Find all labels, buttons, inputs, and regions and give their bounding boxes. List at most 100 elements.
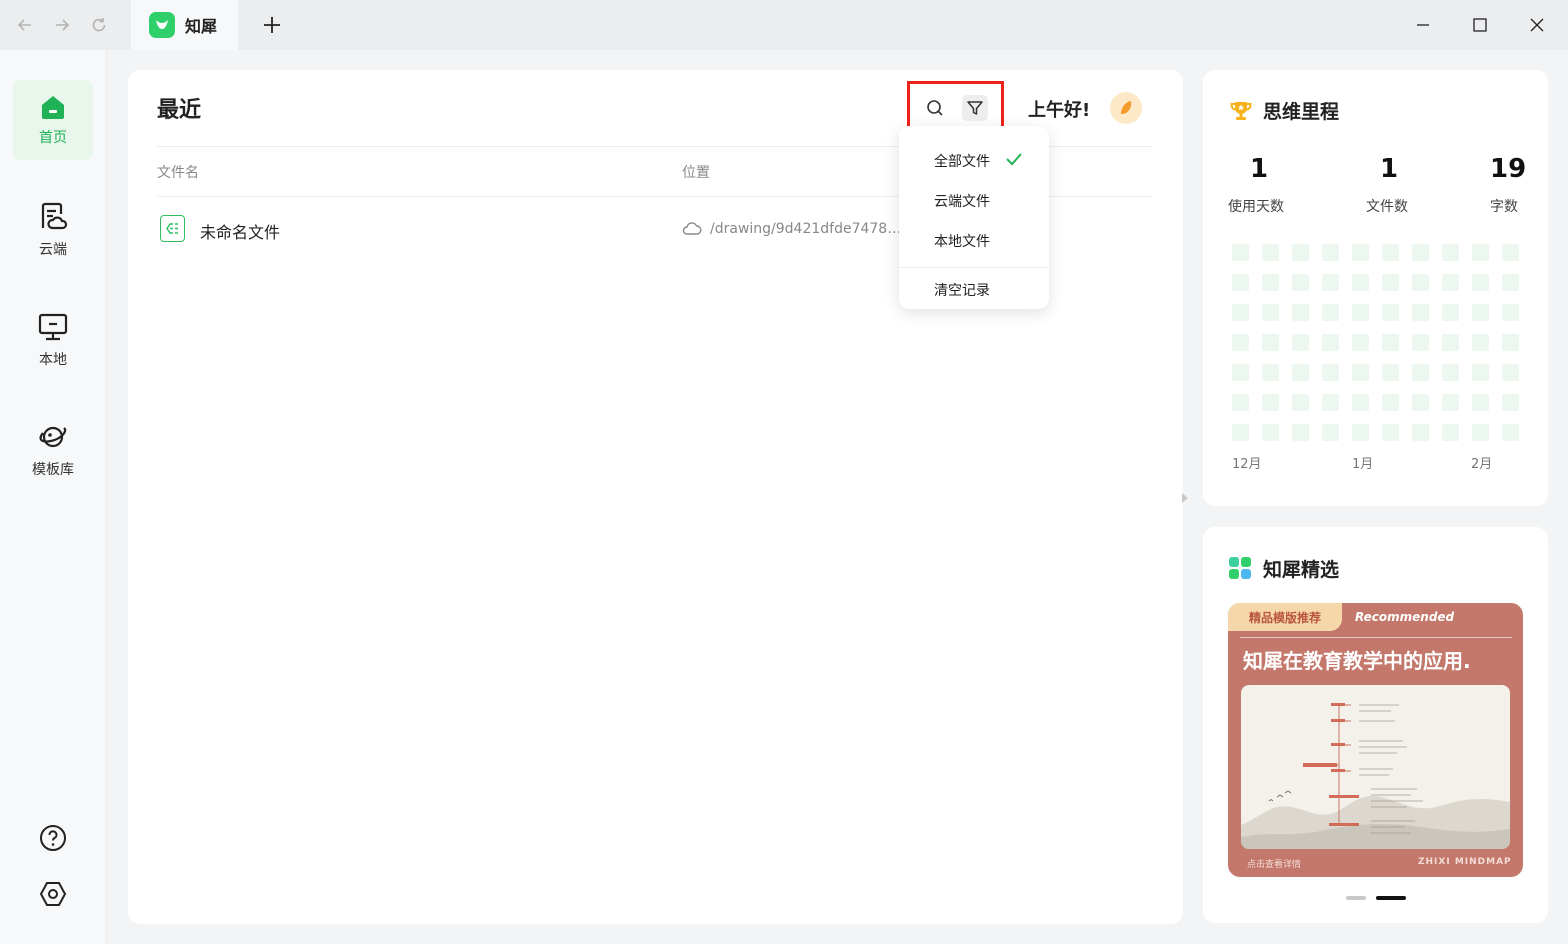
heatmap-cell bbox=[1382, 244, 1399, 261]
menu-item-cloud-files[interactable]: 云端文件 bbox=[934, 191, 990, 211]
featured-banner[interactable]: 精品模版推荐 Recommended 知犀在教育教学中的应用. 点击查看详情 Z… bbox=[1228, 603, 1523, 877]
heatmap-cell bbox=[1472, 304, 1489, 321]
heatmap-cell bbox=[1412, 304, 1429, 321]
column-header-filename: 文件名 bbox=[157, 165, 199, 181]
menu-item-local-files[interactable]: 本地文件 bbox=[934, 231, 990, 251]
mindmap-preview-image bbox=[1241, 685, 1510, 849]
heatmap-cell bbox=[1472, 244, 1489, 261]
heatmap-cell bbox=[1352, 364, 1369, 381]
sidebar-item-cloud[interactable]: 云端 bbox=[13, 190, 93, 270]
heatmap-cell bbox=[1382, 334, 1399, 351]
heatmap-cell bbox=[1502, 364, 1519, 381]
collapse-handle[interactable] bbox=[1180, 490, 1190, 506]
heatmap-cell bbox=[1502, 244, 1519, 261]
heatmap-cell bbox=[1412, 394, 1429, 411]
stat-days-value: 1 bbox=[1250, 154, 1269, 184]
menu-item-clear-history[interactable]: 清空记录 bbox=[934, 280, 990, 300]
sidebar-item-home[interactable]: 首页 bbox=[13, 80, 93, 160]
heatmap-cell bbox=[1382, 424, 1399, 441]
forward-button[interactable] bbox=[49, 12, 75, 38]
sidebar-item-templates[interactable]: 模板库 bbox=[13, 410, 93, 490]
heatmap-cell bbox=[1472, 424, 1489, 441]
heatmap-cell bbox=[1502, 334, 1519, 351]
banner-recommended: Recommended bbox=[1355, 610, 1455, 624]
sidebar-item-label: 云端 bbox=[39, 242, 67, 258]
stat-words-value: 19 bbox=[1490, 154, 1527, 184]
month-label: 2月 bbox=[1471, 457, 1493, 472]
check-icon bbox=[1006, 153, 1022, 166]
heatmap-cell bbox=[1412, 364, 1429, 381]
settings-button[interactable] bbox=[36, 877, 70, 911]
caret-right-icon bbox=[1182, 493, 1188, 503]
search-button[interactable] bbox=[922, 95, 948, 121]
heatmap-cell bbox=[1232, 364, 1249, 381]
apps-grid-icon bbox=[1229, 557, 1251, 579]
help-icon bbox=[40, 825, 66, 851]
heatmap-cell bbox=[1292, 334, 1309, 351]
file-name: 未命名文件 bbox=[200, 223, 281, 242]
carousel-dot-active[interactable] bbox=[1376, 896, 1406, 900]
heatmap-cell bbox=[1232, 334, 1249, 351]
heatmap-cell bbox=[1322, 304, 1339, 321]
file-path: /drawing/9d421dfde7478a… bbox=[710, 221, 902, 237]
close-button[interactable] bbox=[1524, 12, 1550, 38]
heatmap-cell bbox=[1442, 394, 1459, 411]
heatmap-cell bbox=[1322, 424, 1339, 441]
carousel-dot[interactable] bbox=[1346, 896, 1366, 900]
heatmap-cell bbox=[1322, 394, 1339, 411]
minimize-button[interactable] bbox=[1410, 12, 1436, 38]
heatmap-cell bbox=[1412, 274, 1429, 291]
heatmap-cell bbox=[1382, 274, 1399, 291]
banner-title: 知犀在教育教学中的应用. bbox=[1243, 649, 1471, 673]
sidebar-item-label: 首页 bbox=[39, 130, 67, 146]
heatmap-cell bbox=[1472, 334, 1489, 351]
heatmap-cell bbox=[1262, 394, 1279, 411]
heatmap-cell bbox=[1232, 394, 1249, 411]
heatmap-cell bbox=[1442, 304, 1459, 321]
help-button[interactable] bbox=[36, 821, 70, 855]
stat-days-label: 使用天数 bbox=[1228, 199, 1284, 215]
card-title: 思维里程 bbox=[1263, 101, 1340, 123]
trophy-icon bbox=[1230, 102, 1252, 120]
menu-item-all-files[interactable]: 全部文件 bbox=[934, 151, 990, 171]
cloud-doc-icon bbox=[41, 202, 68, 230]
stat-files-value: 1 bbox=[1380, 154, 1399, 184]
maximize-button[interactable] bbox=[1467, 12, 1493, 38]
filter-icon bbox=[967, 100, 983, 115]
heatmap-cell bbox=[1382, 304, 1399, 321]
month-label: 1月 bbox=[1352, 457, 1374, 472]
avatar-image-icon bbox=[1121, 101, 1132, 114]
mindmap-file-icon bbox=[160, 215, 185, 242]
arrow-right-icon bbox=[56, 19, 70, 31]
heatmap-cell bbox=[1232, 244, 1249, 261]
search-icon bbox=[927, 99, 943, 116]
tab-title: 知犀 bbox=[185, 17, 218, 36]
sidebar-item-local[interactable]: 本地 bbox=[13, 300, 93, 380]
heatmap-cell bbox=[1352, 394, 1369, 411]
new-tab-button[interactable] bbox=[258, 11, 286, 39]
banner-footer-left: 点击查看详情 bbox=[1247, 860, 1302, 870]
reload-button[interactable] bbox=[86, 12, 112, 38]
close-icon bbox=[1530, 18, 1544, 32]
heatmap-cell bbox=[1262, 334, 1279, 351]
heatmap-cell bbox=[1412, 424, 1429, 441]
heatmap-cell bbox=[1352, 334, 1369, 351]
heatmap-cell bbox=[1292, 364, 1309, 381]
sidebar-item-label: 模板库 bbox=[32, 462, 74, 478]
heatmap-cell bbox=[1472, 394, 1489, 411]
heatmap-cell bbox=[1412, 334, 1429, 351]
heatmap-cell bbox=[1502, 394, 1519, 411]
heatmap-cell bbox=[1262, 364, 1279, 381]
minimize-icon bbox=[1417, 24, 1429, 26]
heatmap-cell bbox=[1472, 364, 1489, 381]
filter-button[interactable] bbox=[962, 94, 988, 121]
heatmap-cell bbox=[1472, 274, 1489, 291]
tab-zhixi[interactable]: 知犀 bbox=[131, 0, 238, 50]
heatmap-cell bbox=[1352, 274, 1369, 291]
heatmap-cell bbox=[1292, 304, 1309, 321]
sidebar-item-label: 本地 bbox=[39, 352, 67, 368]
avatar[interactable] bbox=[1110, 92, 1142, 124]
greeting-text: 上午好! bbox=[1028, 100, 1091, 121]
maximize-icon bbox=[1473, 18, 1487, 32]
back-button[interactable] bbox=[12, 12, 38, 38]
